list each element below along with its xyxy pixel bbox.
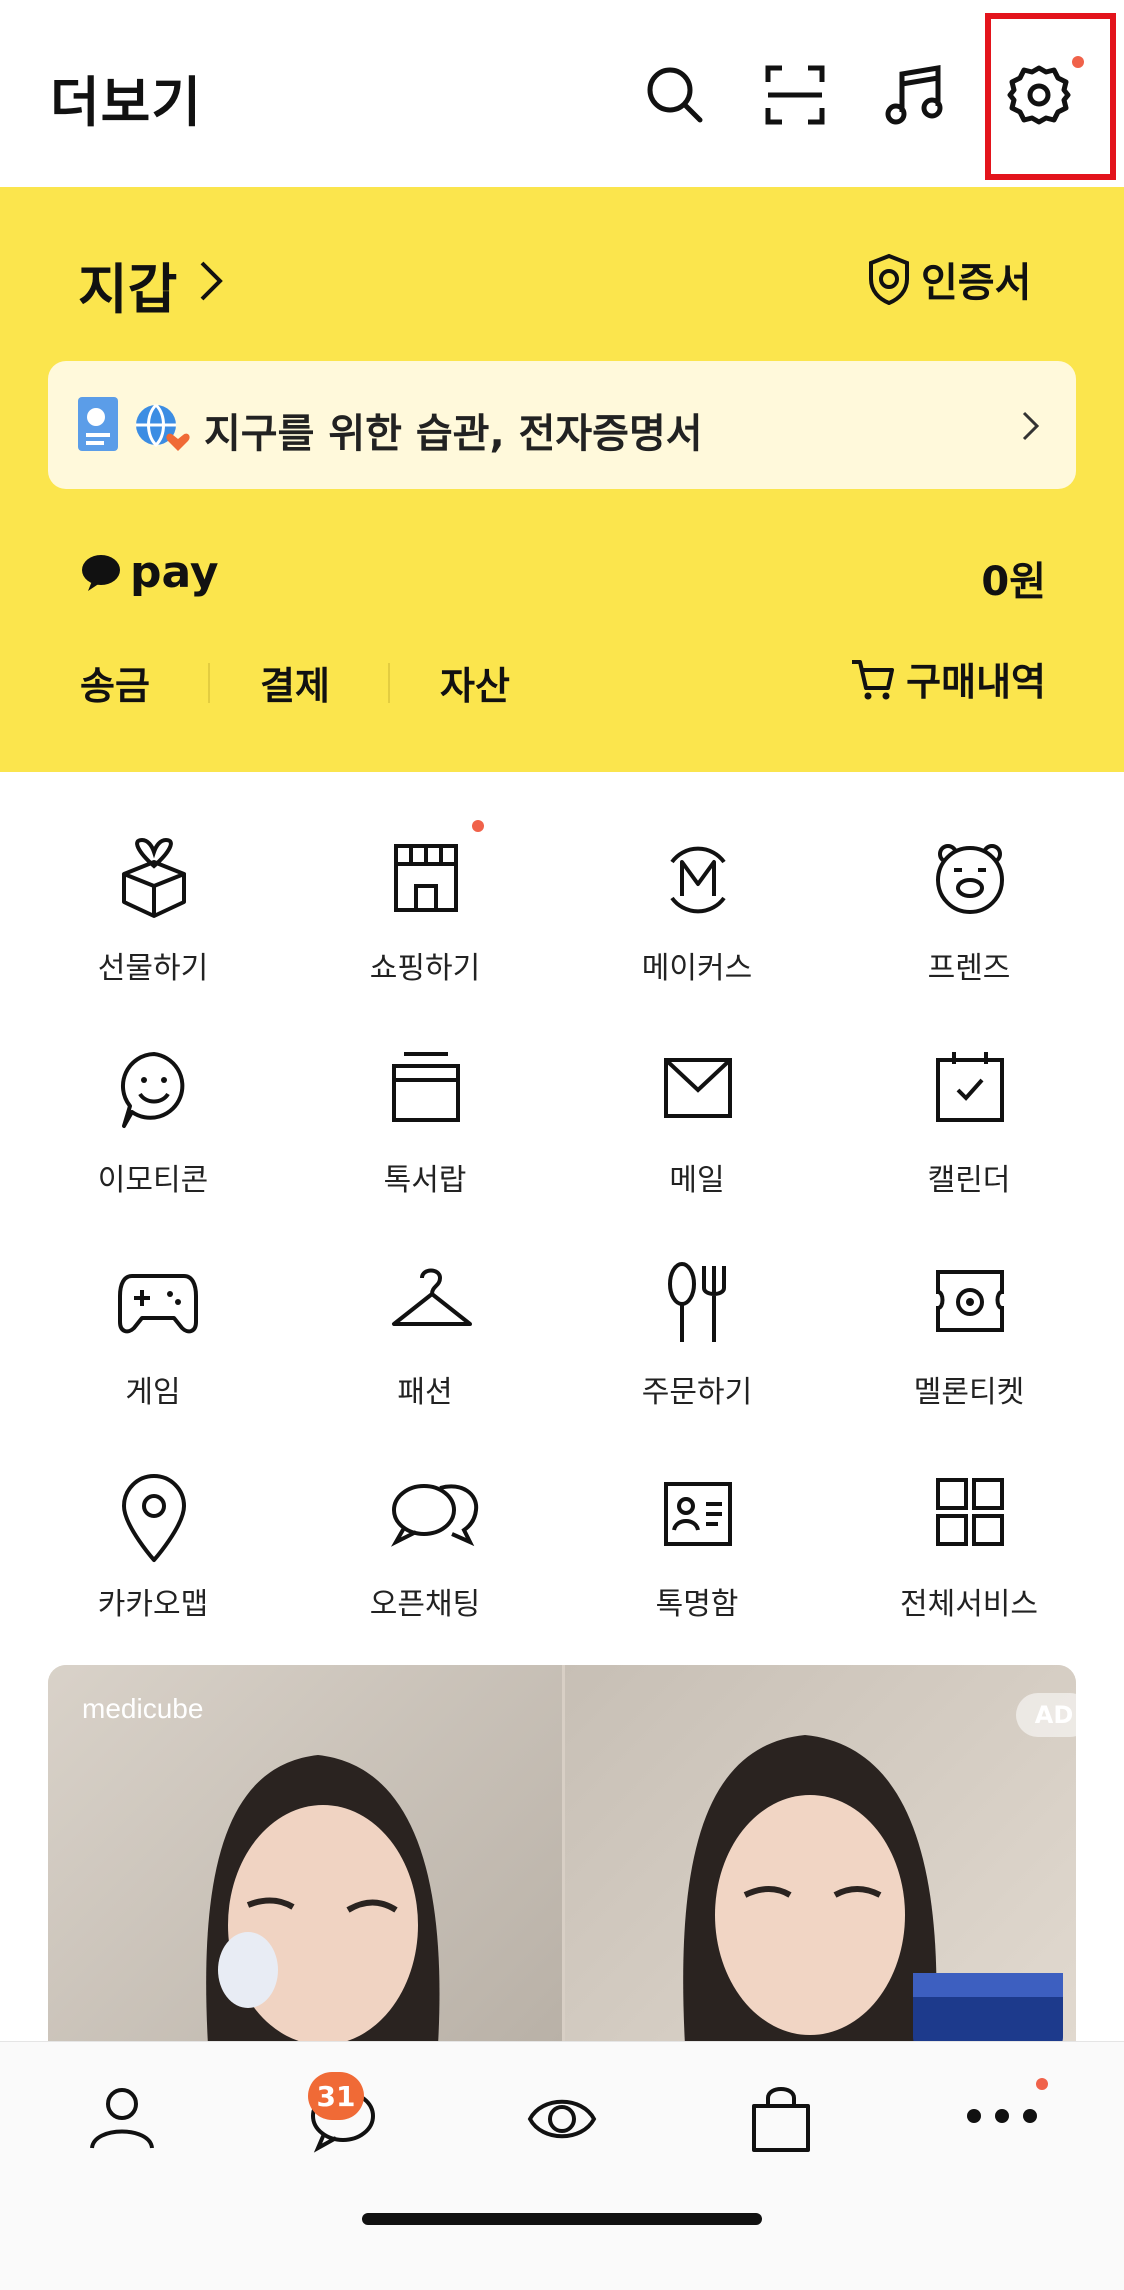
certificate-button[interactable]: 인증서 bbox=[867, 249, 1031, 309]
service-mail[interactable]: 메일 bbox=[562, 1050, 832, 1240]
service-label: 선물하기 bbox=[97, 951, 209, 986]
map-pin-icon bbox=[122, 1474, 186, 1562]
hanger-icon bbox=[392, 1268, 472, 1326]
service-label: 프렌즈 bbox=[927, 951, 1011, 986]
chevron-right-icon bbox=[1022, 411, 1040, 441]
service-melon-ticket[interactable]: 멜론티켓 bbox=[834, 1262, 1104, 1452]
ad-image-left: medicube bbox=[48, 1665, 562, 2041]
model-product-illustration bbox=[683, 1735, 1063, 2041]
friends-bear-icon bbox=[936, 844, 1004, 914]
tab-divider bbox=[208, 663, 210, 703]
tab-assets[interactable]: 자산 bbox=[440, 655, 510, 710]
bottom-navigation: 31 bbox=[0, 2041, 1124, 2290]
grid-icon bbox=[936, 1478, 1004, 1546]
service-label: 게임 bbox=[125, 1375, 181, 1410]
service-game[interactable]: 게임 bbox=[18, 1262, 288, 1452]
pay-balance[interactable]: 0원 bbox=[981, 549, 1046, 607]
drawer-icon bbox=[392, 1052, 460, 1122]
settings-highlight-box bbox=[985, 13, 1116, 180]
service-label: 톡명함 bbox=[655, 1587, 739, 1622]
service-label: 패션 bbox=[397, 1375, 453, 1410]
service-makers[interactable]: 메이커스 bbox=[562, 838, 832, 1028]
service-all-services[interactable]: 전체서비스 bbox=[834, 1474, 1104, 1664]
search-icon[interactable] bbox=[640, 60, 710, 130]
fork-knife-icon bbox=[668, 1262, 726, 1342]
tab-send-money[interactable]: 송금 bbox=[80, 655, 150, 710]
service-label: 전체서비스 bbox=[900, 1587, 1038, 1622]
ad-badge: AD bbox=[1016, 1693, 1076, 1737]
makers-icon bbox=[670, 846, 726, 914]
shop-icon bbox=[394, 844, 458, 912]
service-label: 카카오맵 bbox=[97, 1587, 209, 1622]
document-icon bbox=[78, 397, 118, 451]
view-eye-icon[interactable] bbox=[526, 2084, 598, 2154]
pay-label: pay bbox=[130, 547, 219, 598]
service-label: 메이커스 bbox=[641, 951, 753, 986]
service-friends[interactable]: 프렌즈 bbox=[834, 838, 1104, 1028]
service-calendar[interactable]: 캘린더 bbox=[834, 1050, 1104, 1240]
speech-bubble-icon bbox=[82, 554, 120, 591]
open-chat-icon bbox=[390, 1484, 479, 1547]
chevron-right-icon[interactable] bbox=[196, 259, 226, 307]
business-card-icon bbox=[664, 1482, 732, 1546]
service-open-chat[interactable]: 오픈채팅 bbox=[290, 1474, 560, 1664]
more-notification-dot bbox=[1036, 2078, 1048, 2090]
calendar-icon bbox=[936, 1052, 1004, 1122]
model-face-illustration bbox=[206, 1755, 440, 2041]
purchase-history-button[interactable]: 구매내역 bbox=[850, 651, 1046, 706]
mail-icon bbox=[664, 1058, 732, 1118]
ad-banner[interactable]: medicube AD bbox=[48, 1665, 1076, 2041]
service-drawer[interactable]: 톡서랍 bbox=[290, 1050, 560, 1240]
service-gift[interactable]: 선물하기 bbox=[18, 838, 288, 1028]
ticket-icon bbox=[936, 1270, 1004, 1332]
more-dots-icon[interactable] bbox=[962, 2104, 1042, 2128]
friends-person-icon[interactable] bbox=[88, 2084, 156, 2152]
wallet-section: 지갑 인증서 지구를 위한 습관, 전자증명서 pay 0원 송금 결제 자산 … bbox=[0, 187, 1124, 772]
tab-divider bbox=[388, 663, 390, 703]
music-icon[interactable] bbox=[880, 60, 950, 130]
shield-icon bbox=[869, 253, 909, 305]
banner-text: 지구를 위한 습관, 전자증명서 bbox=[204, 411, 703, 457]
shopping-bag-icon[interactable] bbox=[748, 2084, 814, 2154]
e-certificate-banner[interactable]: 지구를 위한 습관, 전자증명서 bbox=[48, 361, 1076, 489]
tab-payment[interactable]: 결제 bbox=[260, 655, 330, 710]
service-label: 이모티콘 bbox=[97, 1163, 209, 1198]
service-label: 캘린더 bbox=[927, 1163, 1011, 1198]
purchase-history-label: 구매내역 bbox=[906, 660, 1046, 704]
gamepad-icon bbox=[118, 1274, 198, 1334]
emoticon-icon bbox=[120, 1052, 185, 1128]
service-label: 톡서랍 bbox=[383, 1163, 467, 1198]
scan-icon[interactable] bbox=[760, 60, 830, 130]
globe-heart-icon bbox=[136, 403, 190, 451]
service-order[interactable]: 주문하기 bbox=[562, 1262, 832, 1452]
gift-icon bbox=[122, 838, 186, 918]
service-label: 오픈채팅 bbox=[369, 1587, 481, 1622]
service-business-card[interactable]: 톡명함 bbox=[562, 1474, 832, 1664]
service-emoticon[interactable]: 이모티콘 bbox=[18, 1050, 288, 1240]
service-label: 멜론티켓 bbox=[913, 1375, 1025, 1410]
kakaopay-logo[interactable]: pay bbox=[80, 547, 219, 598]
cart-icon bbox=[852, 659, 895, 699]
service-label: 메일 bbox=[669, 1163, 725, 1198]
service-kakaomap[interactable]: 카카오맵 bbox=[18, 1474, 288, 1664]
home-indicator bbox=[362, 2213, 762, 2225]
service-shopping[interactable]: 쇼핑하기 bbox=[290, 838, 560, 1028]
ad-brand-logo: medicube bbox=[82, 1693, 204, 1724]
service-fashion[interactable]: 패션 bbox=[290, 1262, 560, 1452]
wallet-title[interactable]: 지갑 bbox=[78, 245, 177, 324]
service-label: 쇼핑하기 bbox=[369, 951, 481, 986]
ad-image-right bbox=[565, 1665, 1076, 2041]
certificate-label: 인증서 bbox=[921, 260, 1032, 306]
chat-unread-badge: 31 bbox=[308, 2072, 364, 2120]
page-title: 더보기 bbox=[50, 71, 203, 134]
shopping-notification-dot bbox=[472, 820, 484, 832]
header-bar: 더보기 bbox=[0, 0, 1124, 187]
service-label: 주문하기 bbox=[641, 1375, 753, 1410]
